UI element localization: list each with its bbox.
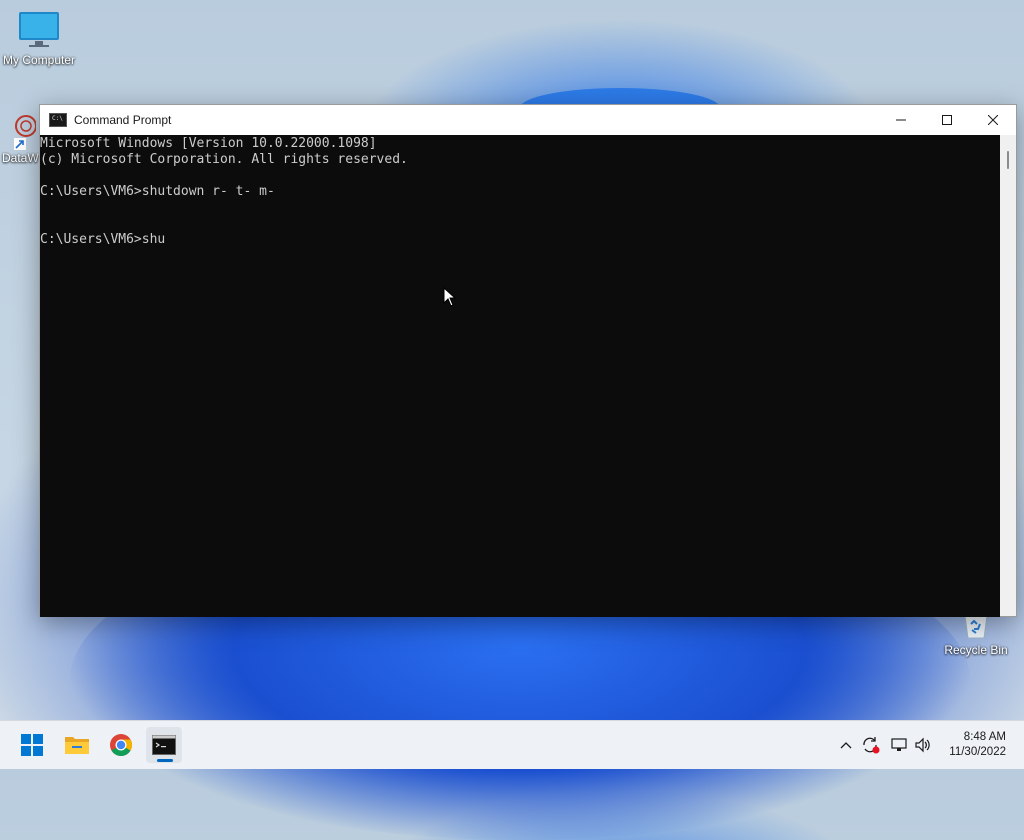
command-prompt-window[interactable]: C:\ Command Prompt Microsoft Windows [Ve… xyxy=(39,104,1017,617)
chevron-up-icon xyxy=(840,742,852,749)
clock-time: 8:48 AM xyxy=(963,731,1006,743)
desktop-icon-label: Recycle Bin xyxy=(944,643,1008,657)
active-app-indicator xyxy=(157,759,173,762)
desktop-icon-label: DataW xyxy=(2,151,39,165)
desktop-icon-dataw[interactable]: DataW xyxy=(0,108,40,165)
console-line: Microsoft Windows [Version 10.0.22000.10… xyxy=(40,136,377,151)
file-explorer-button[interactable] xyxy=(59,727,95,763)
window-title: Command Prompt xyxy=(74,113,172,127)
network-button[interactable] xyxy=(887,721,911,769)
app-shortcut-icon xyxy=(14,115,37,150)
console-line: (c) Microsoft Corporation. All rights re… xyxy=(40,152,408,167)
mouse-pointer-icon xyxy=(443,287,457,307)
minimize-icon xyxy=(896,119,906,121)
taskbar: 8:48 AM 11/30/2022 xyxy=(0,720,1024,769)
close-icon xyxy=(988,115,998,125)
window-controls xyxy=(878,105,1016,135)
close-button[interactable] xyxy=(970,105,1016,135)
file-explorer-icon xyxy=(65,737,89,754)
sync-status-button[interactable] xyxy=(859,721,883,769)
command-prompt-taskbar-button[interactable] xyxy=(146,727,182,763)
clock-date: 11/30/2022 xyxy=(949,746,1006,758)
cmd-icon: C:\ xyxy=(49,113,67,127)
maximize-icon xyxy=(942,115,952,125)
monitor-icon xyxy=(19,12,59,47)
minimize-button[interactable] xyxy=(878,105,924,135)
chrome-icon xyxy=(110,734,132,756)
vertical-scrollbar[interactable] xyxy=(1000,135,1016,616)
volume-button[interactable] xyxy=(911,721,935,769)
title-bar[interactable]: C:\ Command Prompt xyxy=(40,105,1016,135)
console-line-current: C:\Users\VM6>shu xyxy=(40,232,166,247)
system-clock[interactable]: 8:48 AM 11/30/2022 xyxy=(949,730,1006,760)
console-line: C:\Users\VM6>shutdown r- t- m- xyxy=(40,184,275,199)
desktop-icon-label: My Computer xyxy=(2,53,76,67)
tray-overflow-button[interactable] xyxy=(836,721,856,769)
desktop-icon-my-computer[interactable]: My Computer xyxy=(0,10,78,67)
cmd-icon xyxy=(152,735,176,755)
start-button[interactable] xyxy=(14,727,50,763)
sync-icon xyxy=(863,737,880,754)
maximize-button[interactable] xyxy=(924,105,970,135)
volume-icon xyxy=(915,737,930,753)
desktop-icon-recycle-bin[interactable]: Recycle Bin xyxy=(940,610,1012,657)
console-output[interactable]: Microsoft Windows [Version 10.0.22000.10… xyxy=(40,135,1000,617)
scrollbar-thumb[interactable] xyxy=(1007,151,1009,169)
windows-start-icon xyxy=(21,734,43,756)
chrome-button[interactable] xyxy=(103,727,139,763)
network-icon xyxy=(891,738,907,751)
